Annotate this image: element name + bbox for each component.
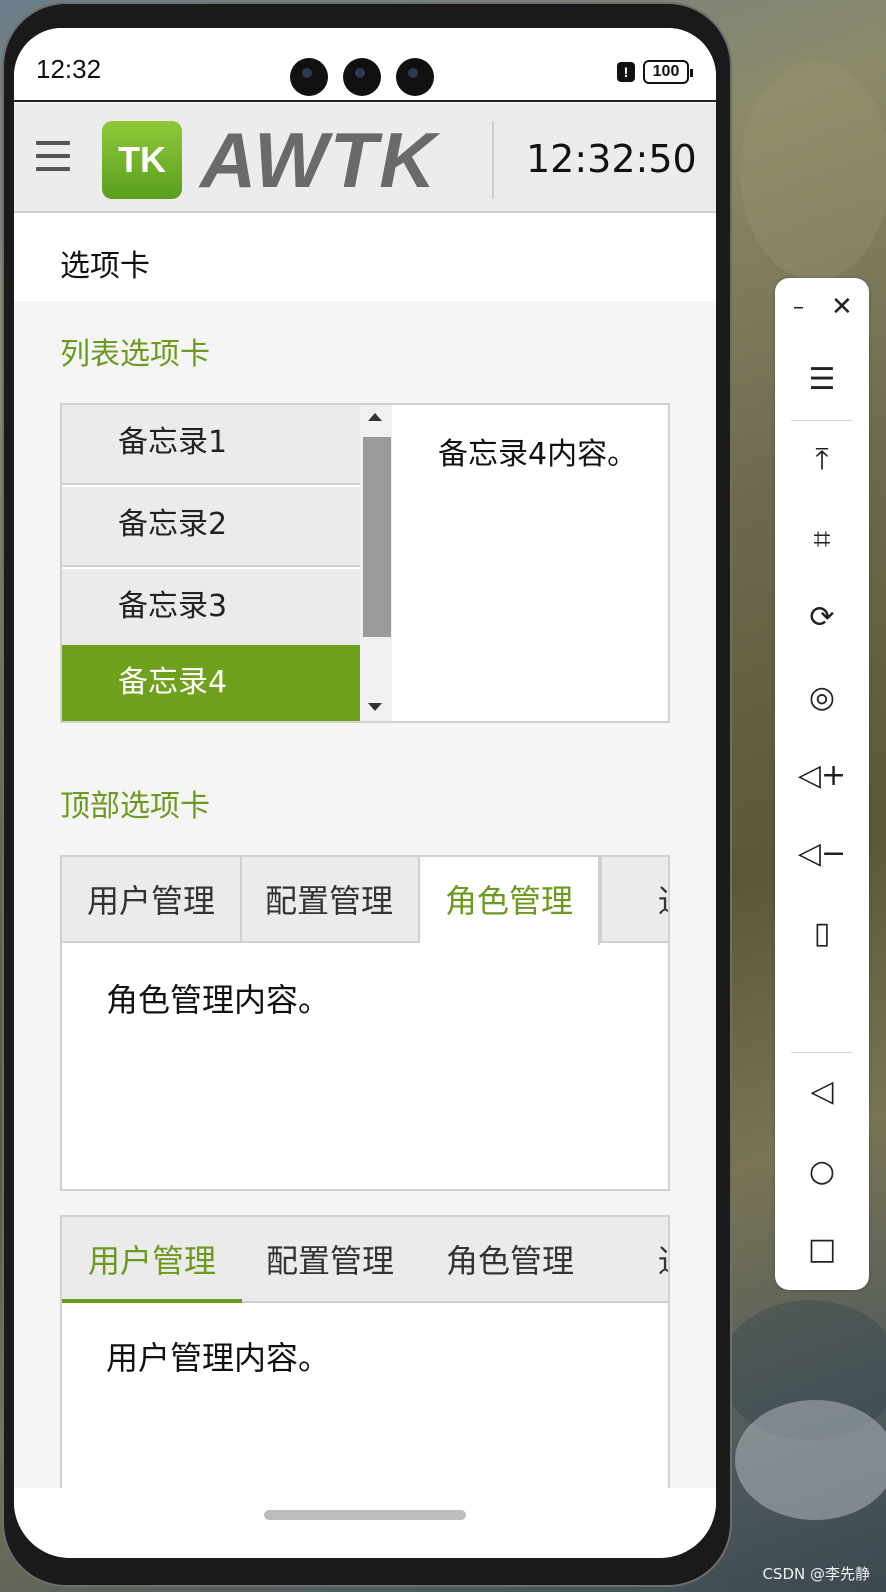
home-icon[interactable]: ○ [775, 1142, 869, 1202]
main-content: 列表选项卡 备忘录1 备忘录2 备忘录3 备忘录4 备忘录4内容。 顶部选项卡 … [14, 301, 716, 1535]
battery-icon: 100 [643, 60, 693, 84]
menu-icon[interactable]: ☰ [775, 350, 869, 410]
list-tabs: 备忘录1 备忘录2 备忘录3 备忘录4 备忘录4内容。 [60, 403, 670, 723]
header-clock: 12:32:50 [526, 137, 697, 181]
tab-bar: 用户管理 配置管理 角色管理 通用 [62, 857, 668, 945]
awtk-logo-text: AWTK [200, 116, 438, 204]
rotate-icon[interactable]: ▯ [775, 904, 869, 964]
status-bar: 12:32 ! 100 [14, 28, 716, 102]
crop-icon[interactable]: ⌗ [775, 510, 869, 570]
recent-apps-icon[interactable]: □ [775, 1220, 869, 1280]
camera-icon [396, 58, 434, 96]
tab-config-management[interactable]: 配置管理 [240, 1217, 420, 1303]
app-header: TK AWTK 12:32:50 [14, 103, 716, 213]
header-divider [492, 121, 494, 199]
watermark: CSDN @李先静 [762, 1565, 870, 1583]
tab-user-management[interactable]: 用户管理 [62, 1217, 242, 1303]
tab-general[interactable]: 通用 [600, 857, 668, 943]
tab-role-management[interactable]: 角色管理 [420, 857, 600, 945]
top-tabs: 用户管理 配置管理 角色管理 通用 角色管理内容。 [60, 855, 670, 1191]
toolbar-divider [791, 1052, 853, 1053]
home-bar-area [14, 1488, 716, 1558]
list-tab-content: 备忘录4内容。 [438, 437, 638, 472]
pin-top-icon[interactable]: ⤒ [775, 430, 869, 490]
home-indicator[interactable] [264, 1510, 466, 1520]
menu-icon[interactable] [36, 141, 70, 171]
scrollbar[interactable] [360, 405, 392, 721]
alert-icon: ! [617, 62, 635, 82]
page-title: 选项卡 [60, 249, 150, 284]
phone-frame: 12:32 ! 100 TK AWTK 12:32:50 选项卡 列表选项卡 备… [0, 0, 735, 1592]
list-tab-item[interactable]: 备忘录1 [62, 405, 360, 485]
list-tabs-section-title: 列表选项卡 [60, 337, 210, 372]
status-time: 12:32 [36, 54, 102, 84]
scroll-thumb[interactable] [363, 437, 391, 637]
camera-icon [290, 58, 328, 96]
scroll-up-icon[interactable] [368, 413, 382, 421]
minimize-icon[interactable]: – [793, 297, 813, 319]
scroll-down-icon[interactable] [368, 703, 382, 711]
top-tab-content: 角色管理内容。 [106, 981, 331, 1019]
back-icon[interactable]: ◁ [775, 1062, 869, 1122]
tab-bar: 用户管理 配置管理 角色管理 通用 [62, 1217, 668, 1303]
awtk-logo-icon: TK [102, 121, 182, 199]
rotate-lock-icon[interactable]: ⟳ [775, 588, 869, 648]
tab-general[interactable]: 通用 [600, 1217, 668, 1303]
phone-screen: 12:32 ! 100 TK AWTK 12:32:50 选项卡 列表选项卡 备… [14, 28, 716, 1558]
list-tab-item-active[interactable]: 备忘录4 [62, 645, 360, 721]
page-title-bar: 选项卡 [14, 215, 716, 301]
toolbar-divider [791, 420, 853, 421]
screen-record-icon[interactable]: ◎ [775, 668, 869, 728]
list-tab-item[interactable]: 备忘录2 [62, 487, 360, 567]
volume-up-icon[interactable]: ◁+ [775, 746, 869, 806]
emulator-toolbar: – ✕ ☰ ⤒ ⌗ ⟳ ◎ ◁+ ◁− ▯ ◁ ○ □ [775, 278, 869, 1290]
list-tab-item[interactable]: 备忘录3 [62, 569, 360, 649]
camera-icon [343, 58, 381, 96]
tab-user-management[interactable]: 用户管理 [62, 857, 242, 943]
close-icon[interactable]: ✕ [831, 294, 857, 320]
tab-role-management[interactable]: 角色管理 [420, 1217, 600, 1303]
top-tabs-section-title: 顶部选项卡 [60, 789, 210, 824]
tab-config-management[interactable]: 配置管理 [240, 857, 420, 943]
flat-tab-content: 用户管理内容。 [106, 1339, 331, 1377]
flat-tabs: 用户管理 配置管理 角色管理 通用 用户管理内容。 [60, 1215, 670, 1535]
volume-down-icon[interactable]: ◁− [775, 824, 869, 884]
